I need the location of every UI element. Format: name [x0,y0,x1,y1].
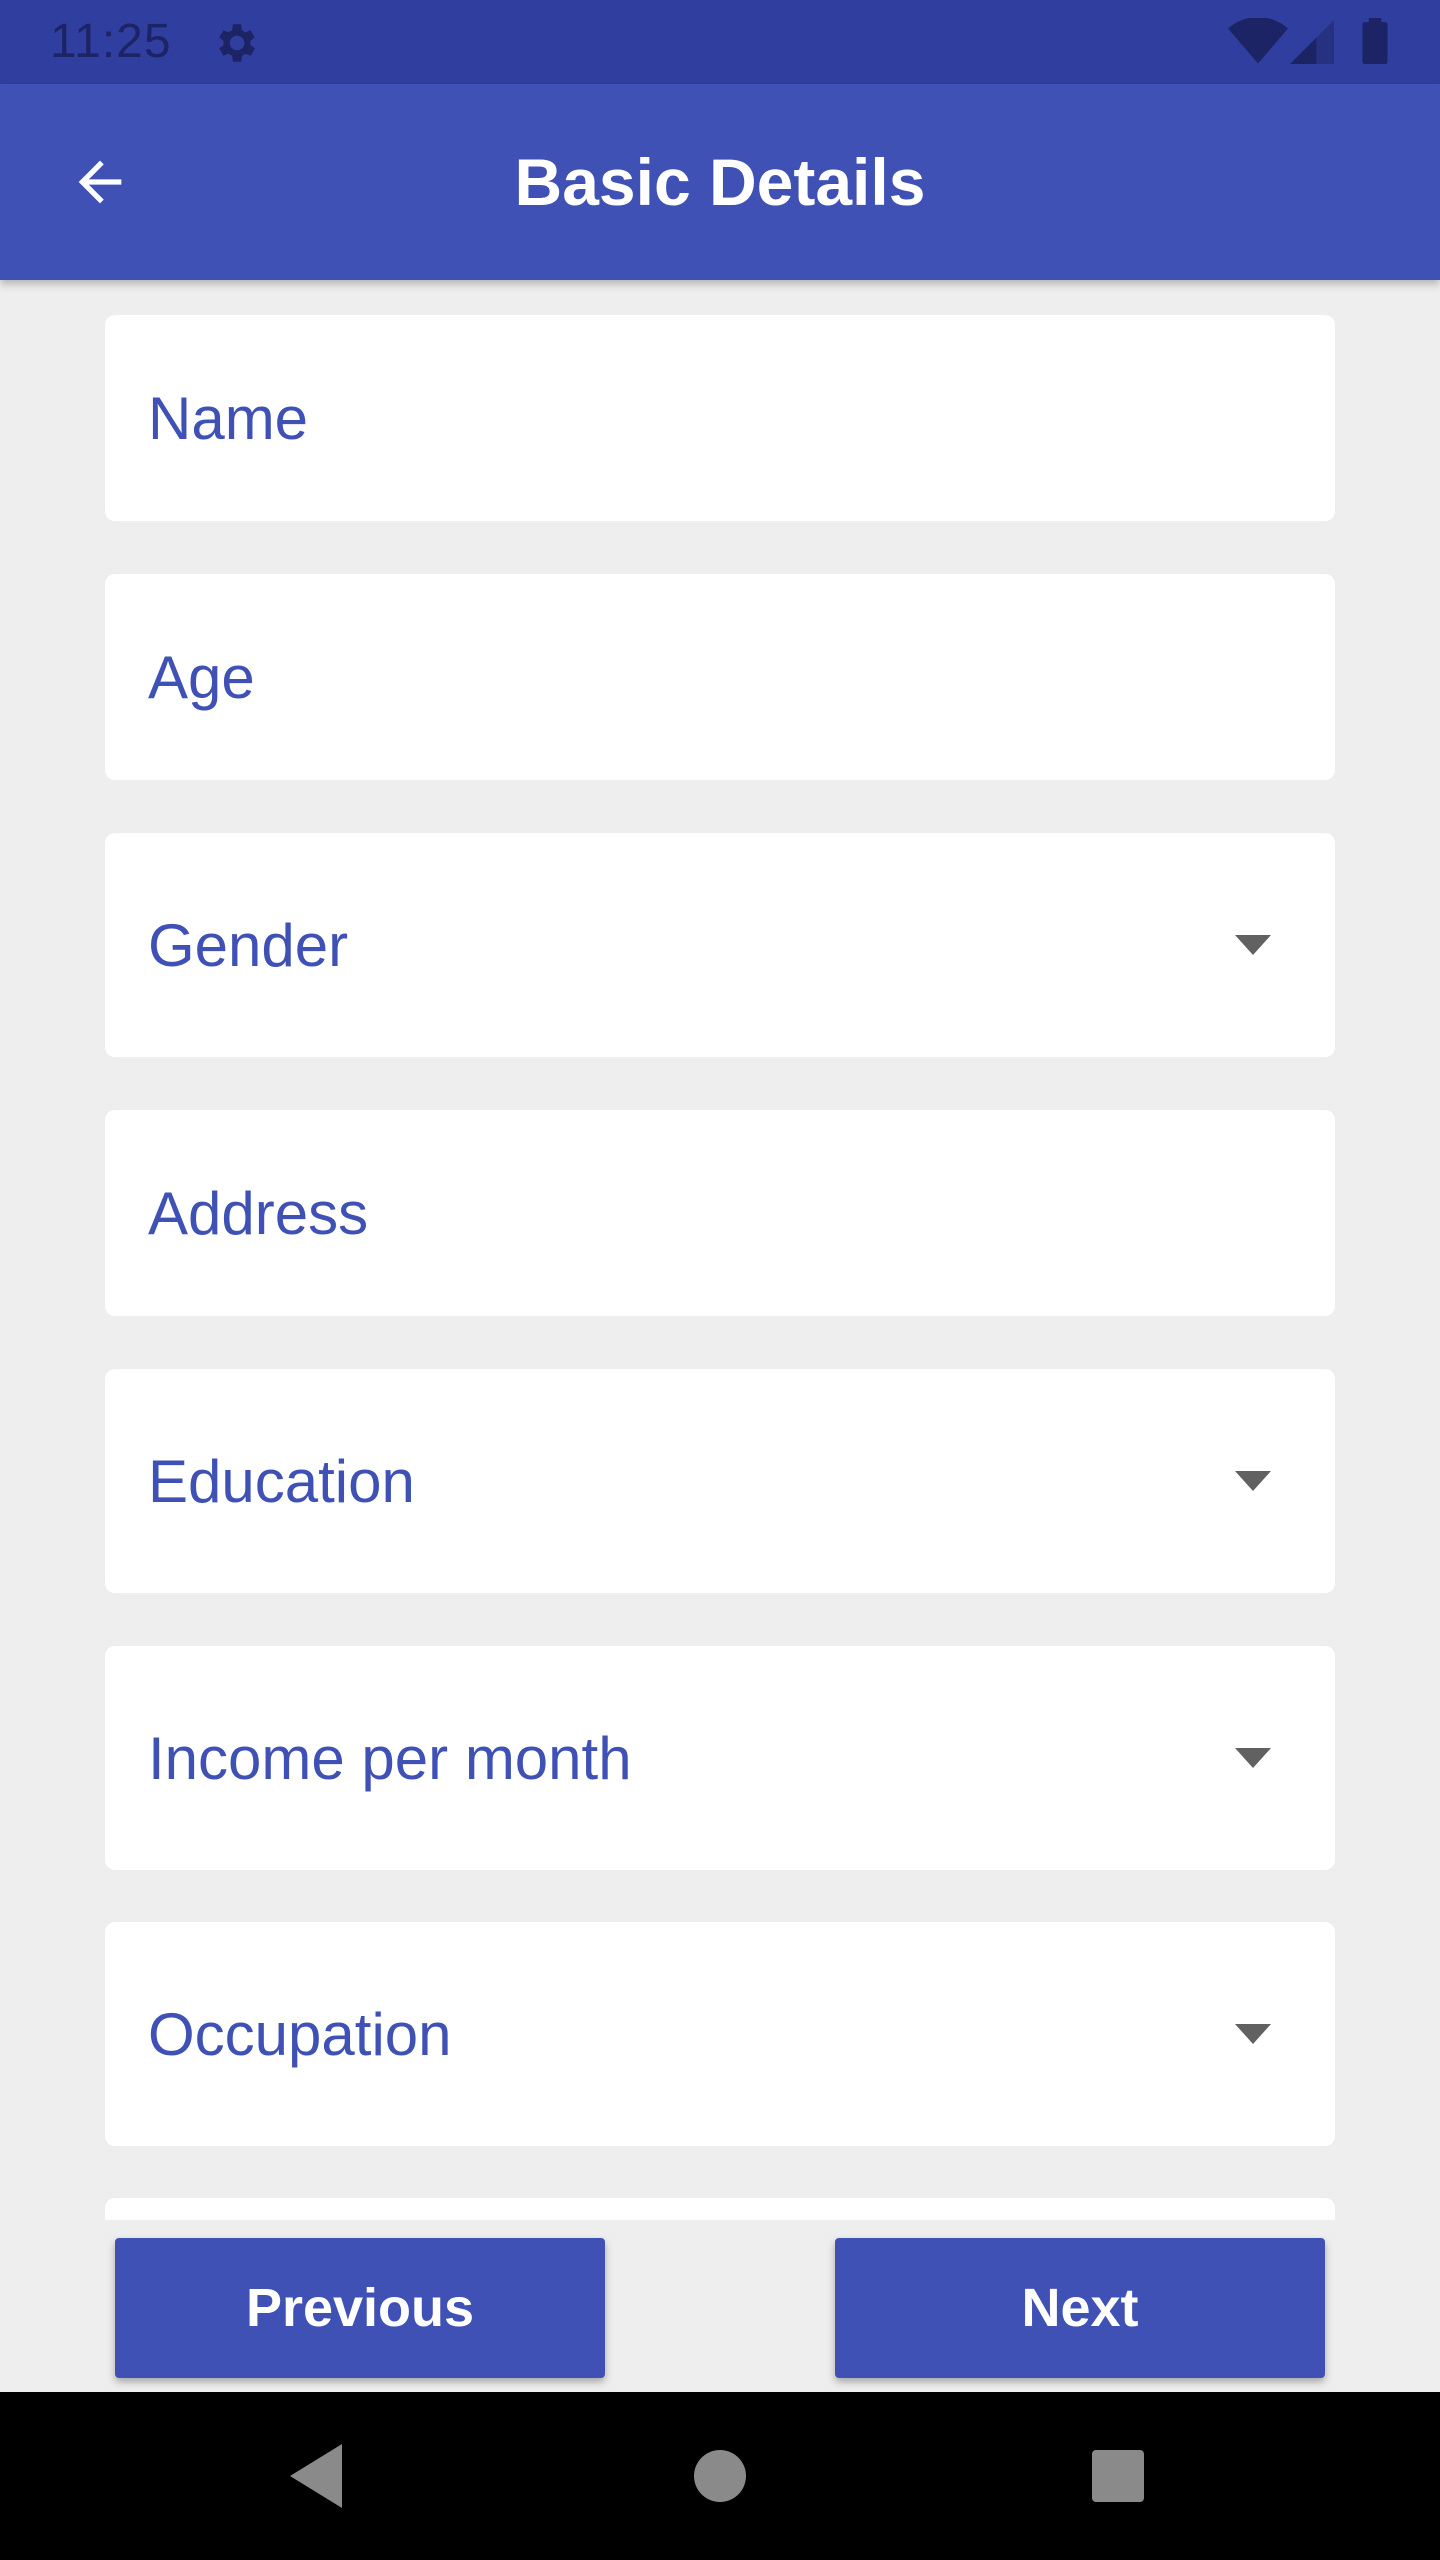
occupation-dropdown[interactable]: Occupation [105,1922,1335,2146]
nav-recents-icon[interactable] [1078,2436,1158,2516]
next-field-card-partial[interactable] [105,2198,1335,2220]
income-dropdown-label: Income per month [148,1724,632,1792]
previous-button[interactable]: Previous [115,2238,605,2378]
button-bar: Previous Next [0,2220,1440,2392]
nav-back-icon[interactable] [278,2436,358,2516]
education-dropdown[interactable]: Education [105,1369,1335,1593]
nav-home-icon[interactable] [680,2436,760,2516]
chevron-down-icon [1235,2024,1271,2044]
name-field[interactable]: Name [105,315,1335,521]
form-scroll-area[interactable]: Name Age Gender Address Education Income… [0,280,1440,2220]
gender-dropdown-label: Gender [148,911,349,979]
system-nav-bar [0,2392,1440,2560]
age-field-label: Age [148,643,255,711]
chevron-down-icon [1235,935,1271,955]
status-bar: 11:25 [0,0,1440,84]
education-dropdown-label: Education [148,1447,415,1515]
chevron-down-icon [1235,1748,1271,1768]
page-title: Basic Details [514,145,926,219]
name-field-label: Name [148,384,309,452]
gear-icon [219,24,255,62]
address-field[interactable]: Address [105,1110,1335,1316]
age-field[interactable]: Age [105,574,1335,780]
next-button[interactable]: Next [835,2238,1325,2378]
address-field-label: Address [148,1179,369,1247]
income-dropdown[interactable]: Income per month [105,1646,1335,1870]
occupation-dropdown-label: Occupation [148,2000,452,2068]
battery-icon [1362,18,1388,64]
chevron-down-icon [1235,1471,1271,1491]
app-bar: Basic Details [0,84,1440,280]
wifi-icon [1228,18,1288,64]
status-time: 11:25 [50,15,172,68]
cell-signal-icon [1290,20,1334,64]
gender-dropdown[interactable]: Gender [105,833,1335,1057]
